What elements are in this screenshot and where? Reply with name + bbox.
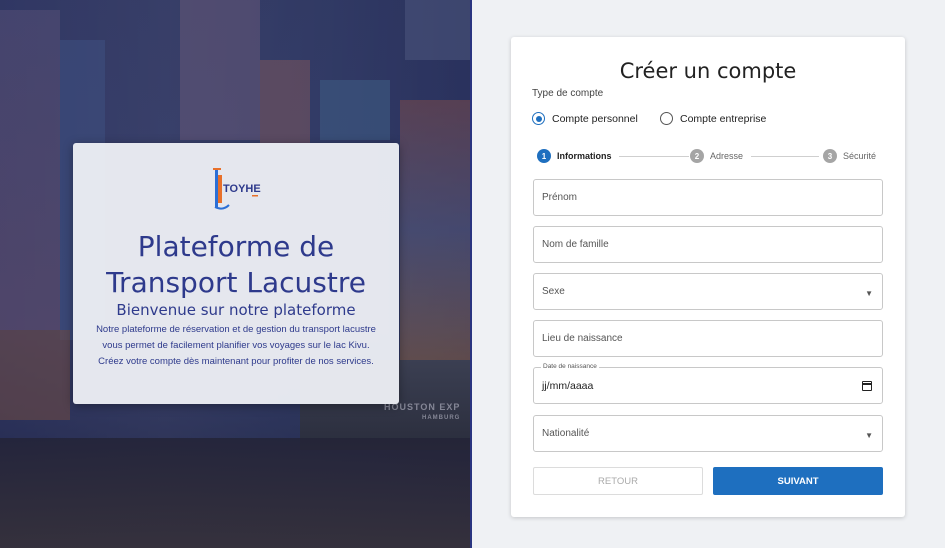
step-connector	[751, 156, 819, 157]
next-button[interactable]: SUIVANT	[713, 467, 883, 495]
sex-select[interactable]: ▼	[533, 273, 883, 310]
last-name-field[interactable]	[533, 226, 883, 263]
step-securite: 3 Sécurité	[823, 149, 876, 163]
step-label: Informations	[557, 151, 612, 161]
birthdate-value[interactable]: jj/mm/aaaa	[542, 380, 593, 392]
birthdate-label: Date de naissance	[541, 363, 599, 370]
radio-selected-icon[interactable]	[532, 112, 545, 125]
step-label: Adresse	[710, 151, 744, 161]
step-label: Sécurité	[843, 151, 877, 161]
toyhe-logo: TOYHE	[213, 168, 261, 210]
form-title: Créer un compte	[619, 59, 797, 83]
first-name-input[interactable]	[542, 192, 874, 203]
radio-business-label: Compte entreprise	[680, 112, 767, 125]
step-number: 3	[823, 149, 837, 163]
welcome-card: TOYHE Plateforme de Transport Lacustre B…	[73, 143, 399, 404]
radio-personal-label: Compte personnel	[552, 112, 638, 125]
progress-stepper: 1 Informations 2 Adresse 3 Sécurité	[537, 149, 882, 163]
birthdate-field[interactable]: Date de naissance jj/mm/aaaa	[533, 363, 883, 404]
hero-subtitle: Bienvenue sur notre plateforme	[116, 301, 356, 319]
hero-description: Notre plateforme de réservation et de ge…	[96, 324, 376, 367]
nationality-select[interactable]: ▼	[533, 415, 883, 452]
svg-text:TOYHE: TOYHE	[223, 183, 261, 195]
first-name-field[interactable]	[533, 179, 883, 216]
hero-panel: HOUSTON EXP HAMBURG TOYHE Plateforme de …	[0, 0, 472, 548]
step-number: 2	[690, 149, 704, 163]
step-connector	[619, 156, 689, 157]
chevron-down-icon: ▼	[865, 289, 873, 298]
birthplace-input[interactable]	[542, 333, 874, 344]
sex-select-input[interactable]	[542, 286, 874, 297]
last-name-input[interactable]	[542, 239, 874, 250]
nationality-select-input[interactable]	[542, 428, 874, 439]
account-type-label: Type de compte	[532, 88, 604, 99]
radio-personal-account[interactable]: Compte personnel	[532, 112, 638, 125]
step-number: 1	[537, 149, 551, 163]
radio-business-account[interactable]: Compte entreprise	[660, 112, 766, 125]
back-button[interactable]: RETOUR	[533, 467, 703, 495]
chevron-down-icon: ▼	[865, 431, 873, 440]
hero-floor	[0, 438, 470, 548]
step-informations: 1 Informations	[537, 149, 612, 163]
calendar-icon[interactable]	[862, 381, 872, 391]
ship-subtext: HAMBURG	[422, 415, 461, 421]
signup-form-card: Créer un compte Type de compte Compte pe…	[511, 37, 905, 517]
hero-title: Plateforme de Transport Lacustre	[106, 230, 366, 299]
radio-unselected-icon[interactable]	[660, 112, 673, 125]
step-adresse: 2 Adresse	[690, 149, 743, 163]
birthplace-field[interactable]	[533, 320, 883, 357]
